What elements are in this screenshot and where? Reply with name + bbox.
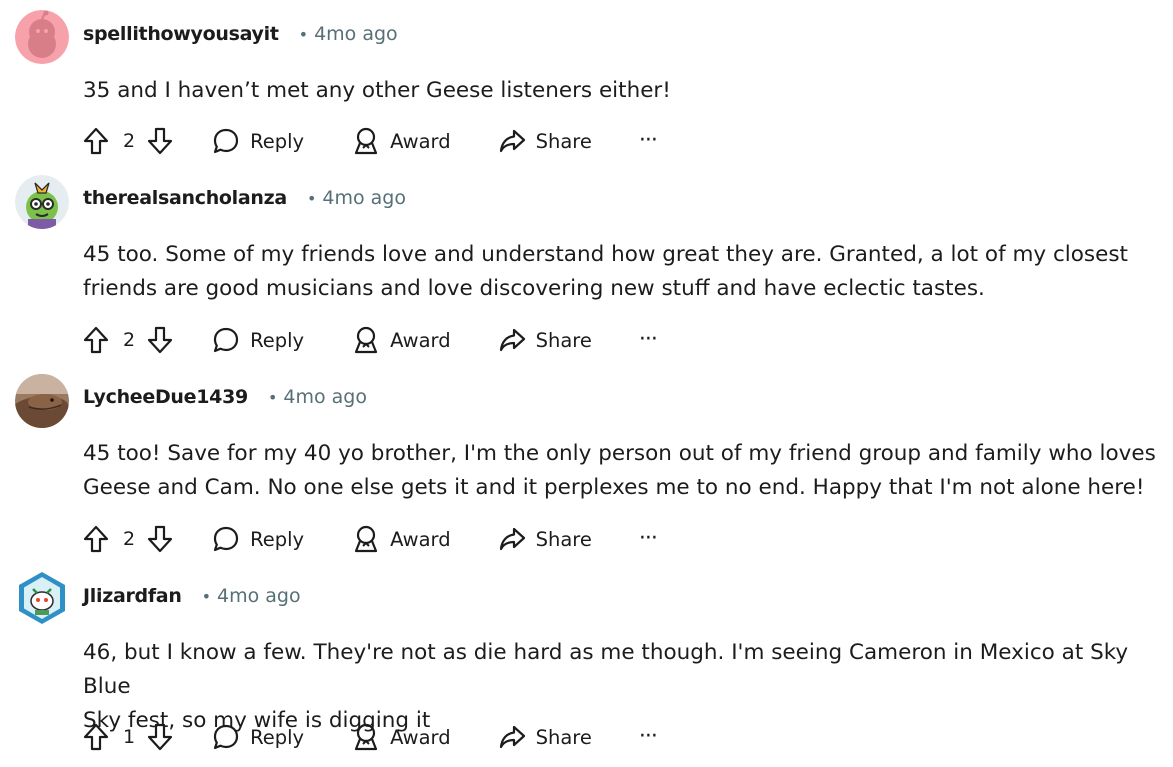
timestamp[interactable]: 4mo ago <box>322 187 406 209</box>
ellipsis-icon[interactable]: ··· <box>639 130 658 152</box>
comment-line: 46, but I know a few. They're not as die… <box>83 640 1129 699</box>
comment-body: 35 and I haven’t met any other Geese lis… <box>83 74 1168 108</box>
share-arrow-icon <box>499 129 525 153</box>
username[interactable]: LycheeDue1439 <box>83 386 248 408</box>
speech-bubble-icon <box>213 724 239 750</box>
downvote-arrow-icon[interactable] <box>147 723 173 751</box>
share-label: Share <box>535 725 592 749</box>
comment-line: 45 too! Save for my 40 yo brother, I'm t… <box>83 441 1156 466</box>
reply-button[interactable]: Reply <box>212 525 304 553</box>
speech-bubble-icon <box>213 526 239 552</box>
avatar[interactable] <box>15 175 69 229</box>
award-button[interactable]: Award <box>352 722 451 752</box>
award-label: Award <box>390 725 451 749</box>
action-bar: 2 Reply Award Share ··· <box>83 121 658 161</box>
separator-dot: • <box>298 24 309 44</box>
award-ribbon-icon <box>355 723 378 751</box>
vote-control: 2 <box>83 127 173 155</box>
pink-snoo-avatar-icon <box>15 10 69 64</box>
vote-control: 2 <box>83 525 173 553</box>
share-label: Share <box>535 328 592 352</box>
avatar[interactable] <box>15 10 69 64</box>
ellipsis-icon[interactable]: ··· <box>639 528 658 550</box>
award-button[interactable]: Award <box>352 325 451 355</box>
share-arrow-icon <box>499 328 525 352</box>
comment-line: 45 too. Some of my friends love and unde… <box>83 242 1128 267</box>
downvote-arrow-icon[interactable] <box>147 525 173 553</box>
username[interactable]: Jlizardfan <box>83 585 182 607</box>
share-button[interactable]: Share <box>498 326 592 354</box>
timestamp[interactable]: 4mo ago <box>314 23 398 45</box>
avatar[interactable] <box>15 374 69 428</box>
upvote-arrow-icon[interactable] <box>83 127 109 155</box>
share-label: Share <box>535 527 592 551</box>
share-arrow-icon <box>499 527 525 551</box>
award-ribbon-icon <box>355 525 378 553</box>
comment-line: friends are good musicians and love disc… <box>83 276 985 301</box>
upvote-arrow-icon[interactable] <box>83 723 109 751</box>
upvote-arrow-icon[interactable] <box>83 326 109 354</box>
reply-button[interactable]: Reply <box>212 127 304 155</box>
username[interactable]: spellithowyousayit <box>83 23 279 45</box>
vote-control: 2 <box>83 326 173 354</box>
comment-line: 35 and I haven’t met any other Geese lis… <box>83 78 671 103</box>
downvote-arrow-icon[interactable] <box>147 326 173 354</box>
comment-meta: therealsancholanza • 4mo ago <box>83 184 406 212</box>
share-button[interactable]: Share <box>498 127 592 155</box>
comment-meta: spellithowyousayit • 4mo ago <box>83 20 398 48</box>
snoo-hexagon-avatar-icon <box>19 572 65 624</box>
share-arrow-icon <box>499 725 525 749</box>
award-label: Award <box>390 129 451 153</box>
award-button[interactable]: Award <box>352 126 451 156</box>
award-label: Award <box>390 527 451 551</box>
vote-control: 1 <box>83 723 173 751</box>
award-label: Award <box>390 328 451 352</box>
reply-label: Reply <box>250 725 305 749</box>
vote-score: 1 <box>123 726 136 748</box>
ellipsis-icon[interactable]: ··· <box>639 726 658 748</box>
speech-bubble-icon <box>213 327 239 353</box>
reply-label: Reply <box>250 328 305 352</box>
avatar[interactable] <box>15 571 69 625</box>
comment-meta: LycheeDue1439 • 4mo ago <box>83 383 367 411</box>
comment-meta: Jlizardfan • 4mo ago <box>83 582 301 610</box>
separator-dot: • <box>267 387 278 407</box>
action-bar: 2 Reply Award Share ··· <box>83 320 658 360</box>
award-ribbon-icon <box>355 326 378 354</box>
share-button[interactable]: Share <box>498 525 592 553</box>
timestamp[interactable]: 4mo ago <box>283 386 367 408</box>
action-bar: 1 Reply Award Share ··· <box>83 717 658 757</box>
speech-bubble-icon <box>213 128 239 154</box>
reply-button[interactable]: Reply <box>212 326 304 354</box>
comment-line: Geese and Cam. No one else gets it and i… <box>83 475 1145 500</box>
separator-dot: • <box>201 586 211 606</box>
vote-score: 2 <box>123 130 136 152</box>
vote-score: 2 <box>123 329 136 351</box>
comment-body: 45 too. Some of my friends love and unde… <box>83 238 1168 306</box>
username[interactable]: therealsancholanza <box>83 187 287 209</box>
vote-score: 2 <box>123 528 136 550</box>
reply-label: Reply <box>250 527 305 551</box>
timestamp[interactable]: 4mo ago <box>217 585 301 607</box>
reply-button[interactable]: Reply <box>212 723 304 751</box>
green-creature-avatar-icon <box>15 175 69 229</box>
ellipsis-icon[interactable]: ··· <box>639 329 658 351</box>
share-label: Share <box>535 129 592 153</box>
share-button[interactable]: Share <box>498 723 592 751</box>
separator-dot: • <box>306 188 317 208</box>
comment-body: 45 too! Save for my 40 yo brother, I'm t… <box>83 437 1168 505</box>
downvote-arrow-icon[interactable] <box>147 127 173 155</box>
lizard-photo-avatar-icon <box>15 374 69 428</box>
award-ribbon-icon <box>355 127 378 155</box>
reply-label: Reply <box>250 129 305 153</box>
award-button[interactable]: Award <box>352 524 451 554</box>
action-bar: 2 Reply Award Share ··· <box>83 519 658 559</box>
upvote-arrow-icon[interactable] <box>83 525 109 553</box>
